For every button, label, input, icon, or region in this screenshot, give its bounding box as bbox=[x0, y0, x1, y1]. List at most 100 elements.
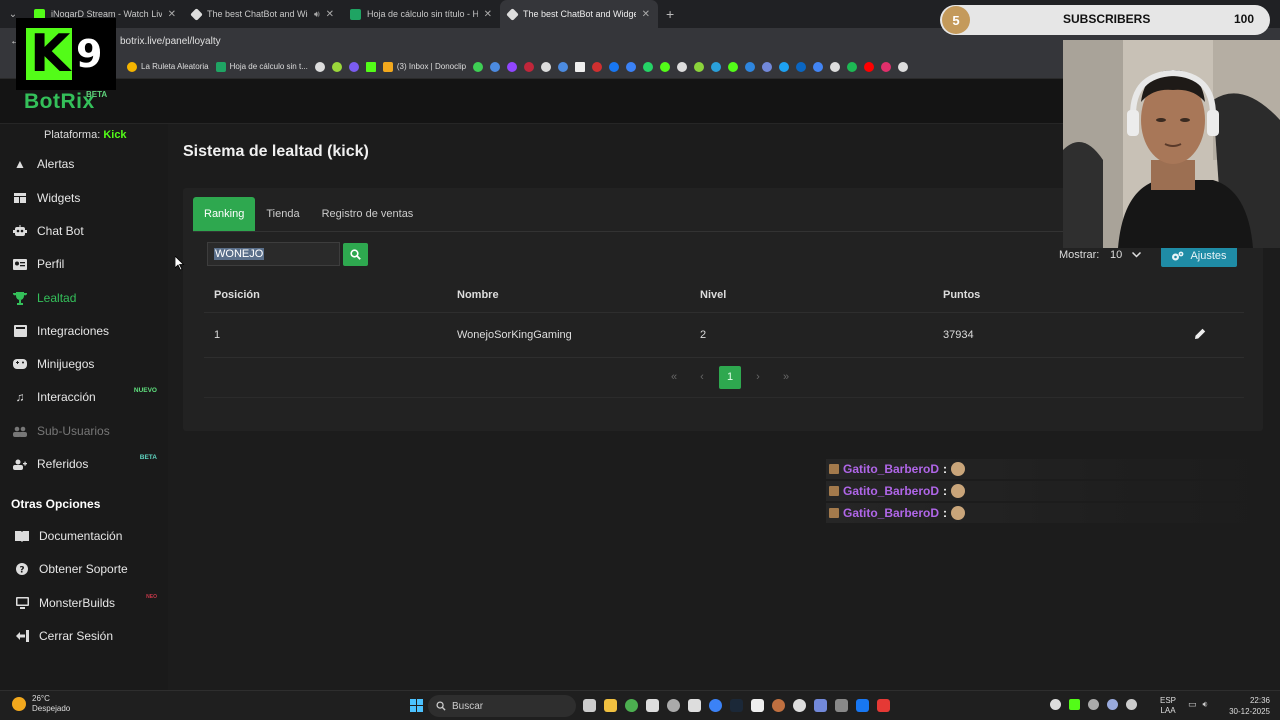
app-icon[interactable] bbox=[772, 699, 785, 712]
twitter-icon[interactable] bbox=[779, 61, 790, 72]
edge-icon[interactable] bbox=[709, 699, 722, 712]
settings-button[interactable]: Ajustes bbox=[1161, 245, 1237, 267]
bookmark-item[interactable]: Hoja de cálculo sin t... bbox=[215, 61, 308, 72]
windows-start-icon[interactable] bbox=[410, 699, 423, 712]
bookmark-icon[interactable] bbox=[762, 61, 773, 72]
tab-ranking[interactable]: Ranking bbox=[193, 197, 256, 231]
input-language[interactable]: ESP LAA bbox=[1160, 696, 1176, 716]
column-header-name[interactable]: Nombre bbox=[457, 280, 499, 310]
close-tab-icon[interactable]: ✕ bbox=[484, 9, 492, 20]
app-icon[interactable] bbox=[667, 699, 680, 712]
taskbar-clock[interactable]: 22:36 30-12-2025 bbox=[1226, 695, 1270, 717]
app-icon[interactable] bbox=[646, 699, 659, 712]
edit-icon[interactable] bbox=[1194, 328, 1206, 343]
whatsapp-icon[interactable] bbox=[643, 61, 654, 72]
browser-tab[interactable]: The best ChatBot and Widg 🔊︎ ✕ bbox=[184, 0, 342, 28]
bookmark-icon[interactable] bbox=[592, 61, 603, 72]
first-page-button[interactable]: « bbox=[663, 366, 685, 389]
bookmark-icon[interactable] bbox=[314, 61, 325, 72]
app-icon[interactable] bbox=[688, 699, 701, 712]
sidebar-item-interaccion[interactable]: ♫ Interacción NUEVO bbox=[0, 382, 168, 412]
bookmark-icon[interactable] bbox=[558, 61, 569, 72]
last-page-button[interactable]: » bbox=[775, 366, 797, 389]
tray-icon[interactable] bbox=[1088, 699, 1099, 710]
tray-icon[interactable] bbox=[1107, 699, 1118, 710]
bookmark-icon[interactable] bbox=[881, 61, 892, 72]
linkedin-icon[interactable] bbox=[796, 61, 807, 72]
tab-registro-de-ventas[interactable]: Registro de ventas bbox=[311, 197, 425, 231]
bookmark-icon[interactable] bbox=[473, 61, 484, 72]
sidebar-item-monsterbuilds[interactable]: MonsterBuilds NEO bbox=[0, 588, 168, 618]
sidebar-item-minijuegos[interactable]: Minijuegos bbox=[0, 349, 168, 379]
app-icon[interactable] bbox=[877, 699, 890, 712]
column-header-level[interactable]: Nivel bbox=[700, 280, 726, 310]
file-explorer-icon[interactable] bbox=[604, 699, 617, 712]
column-header-position[interactable]: Posición bbox=[214, 280, 260, 310]
bookmark-icon[interactable] bbox=[728, 61, 739, 72]
bookmark-item[interactable]: La Ruleta Aleatoria bbox=[127, 61, 209, 72]
bookmark-item[interactable]: (3) Inbox | Donoclip bbox=[382, 61, 466, 72]
column-header-points[interactable]: Puntos bbox=[943, 280, 980, 310]
speaker-icon[interactable]: 🔊︎ bbox=[314, 9, 320, 20]
sidebar-item-documentacion[interactable]: Documentación bbox=[0, 521, 168, 551]
search-input[interactable]: WONEJO bbox=[207, 242, 340, 266]
sidebar-item-chat-bot[interactable]: Chat Bot bbox=[0, 216, 168, 246]
bookmark-icon[interactable] bbox=[348, 61, 359, 72]
app-icon[interactable] bbox=[835, 699, 848, 712]
tray-icon[interactable] bbox=[1069, 699, 1080, 710]
task-view-icon[interactable] bbox=[583, 699, 596, 712]
bookmark-icon[interactable] bbox=[541, 61, 552, 72]
app-icon[interactable] bbox=[751, 699, 764, 712]
telegram-icon[interactable] bbox=[711, 61, 722, 72]
browser-tab[interactable]: Hoja de cálculo sin título - Hoja ✕ bbox=[342, 0, 500, 28]
tab-tienda[interactable]: Tienda bbox=[255, 197, 310, 231]
sidebar-item-widgets[interactable]: Widgets bbox=[0, 183, 168, 213]
sidebar-item-cerrar-sesion[interactable]: Cerrar Sesión bbox=[0, 621, 168, 651]
weather-widget[interactable]: 26°C Despejado bbox=[12, 694, 70, 714]
search-icon[interactable] bbox=[813, 61, 824, 72]
bookmark-icon[interactable] bbox=[677, 61, 688, 72]
bookmark-icon[interactable] bbox=[524, 61, 535, 72]
tray-icon[interactable] bbox=[1050, 699, 1061, 710]
obs-icon[interactable] bbox=[793, 699, 806, 712]
taskbar-search[interactable]: Buscar bbox=[428, 695, 576, 717]
url-text[interactable]: botrix.live/panel/loyalty bbox=[120, 36, 221, 47]
current-page-button[interactable]: 1 bbox=[719, 365, 741, 389]
sidebar-item-lealtad[interactable]: Lealtad bbox=[0, 283, 168, 313]
spotify-icon[interactable] bbox=[847, 61, 858, 72]
bookmark-icon[interactable] bbox=[626, 61, 637, 72]
system-status-icons[interactable]: ▭ 🔉︎ bbox=[1188, 699, 1208, 710]
messenger-icon[interactable] bbox=[609, 61, 620, 72]
sidebar-item-obtener-soporte[interactable]: ? Obtener Soporte bbox=[0, 554, 168, 584]
next-page-button[interactable]: › bbox=[747, 366, 769, 389]
google-icon[interactable] bbox=[898, 61, 909, 72]
sidebar-item-alertas[interactable]: ▲ Alertas bbox=[0, 149, 168, 179]
microphone-icon[interactable] bbox=[1126, 699, 1137, 710]
chrome-icon[interactable] bbox=[625, 699, 638, 712]
bookmark-icon[interactable] bbox=[694, 61, 705, 72]
close-tab-icon[interactable]: ✕ bbox=[642, 9, 650, 20]
browser-tab-active[interactable]: The best ChatBot and Widgets ✕ bbox=[500, 0, 658, 28]
new-tab-button[interactable]: + bbox=[658, 6, 682, 22]
sidebar-item-perfil[interactable]: Perfil bbox=[0, 249, 168, 279]
bookmark-icon[interactable] bbox=[331, 61, 342, 72]
page-size-select[interactable]: 10 bbox=[1105, 246, 1148, 264]
kick-icon[interactable] bbox=[365, 61, 376, 72]
twitch-icon[interactable] bbox=[507, 61, 518, 72]
previous-page-button[interactable]: ‹ bbox=[691, 366, 713, 389]
search-button[interactable] bbox=[343, 243, 368, 266]
close-tab-icon[interactable]: ✕ bbox=[326, 9, 334, 20]
sidebar-item-sub-usuarios[interactable]: Sub-Usuarios bbox=[0, 416, 168, 446]
bookmark-icon[interactable] bbox=[575, 61, 586, 72]
discord-icon[interactable] bbox=[814, 699, 827, 712]
youtube-icon[interactable] bbox=[864, 61, 875, 72]
sidebar-item-integraciones[interactable]: Integraciones bbox=[0, 316, 168, 346]
facebook-icon[interactable] bbox=[856, 699, 869, 712]
close-tab-icon[interactable]: ✕ bbox=[168, 9, 176, 20]
botrix-logo[interactable]: BotRix BETA bbox=[24, 90, 107, 114]
bookmark-icon[interactable] bbox=[490, 61, 501, 72]
steam-icon[interactable] bbox=[730, 699, 743, 712]
bookmark-icon[interactable] bbox=[830, 61, 841, 72]
sidebar-item-referidos[interactable]: Referidos BETA bbox=[0, 449, 168, 479]
bookmark-icon[interactable] bbox=[745, 61, 756, 72]
